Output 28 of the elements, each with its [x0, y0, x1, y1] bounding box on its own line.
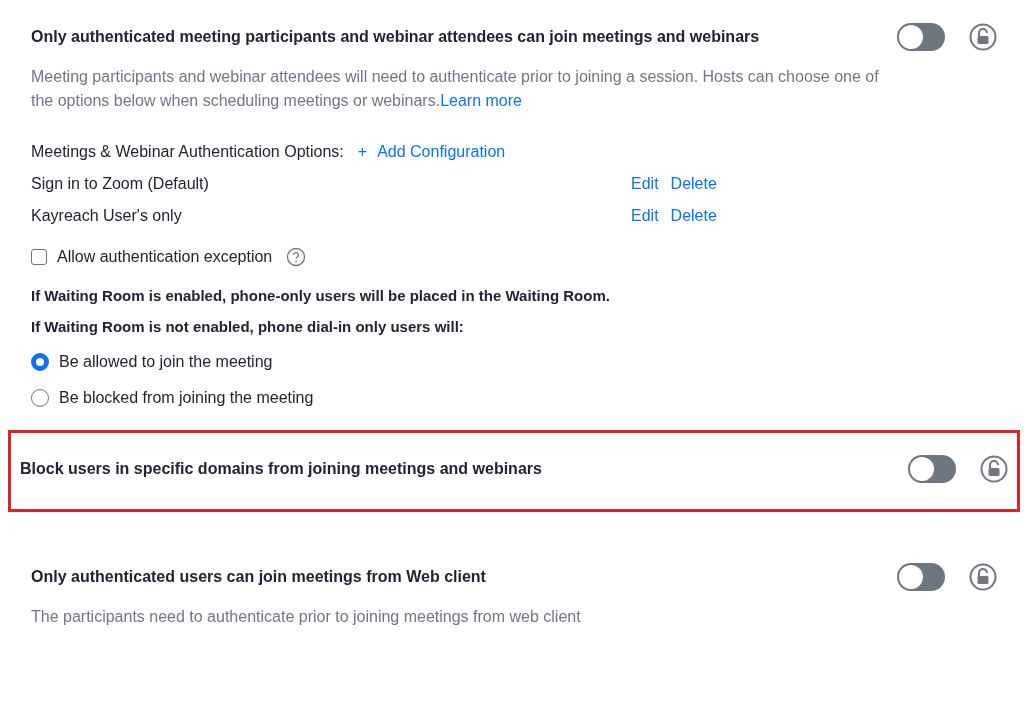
- radio-button[interactable]: [31, 353, 49, 371]
- radio-label: Be allowed to join the meeting: [59, 353, 273, 371]
- setting-description: Meeting participants and webinar attendees will need to authenticate prior to joining a session. Hosts can choose one of the options below when scheduling meetings or webinars.Learn more: [31, 67, 880, 111]
- note-text: If Waiting Room is enabled, phone-only users will be placed in the Waiting Room.: [31, 287, 611, 304]
- setting-description: The participants need to authenticate prior to joining meetings from web client: [31, 607, 582, 627]
- unlocked-padlock-icon[interactable]: [980, 455, 1008, 483]
- toggle-switch[interactable]: [908, 455, 956, 483]
- checkbox[interactable]: [31, 249, 47, 265]
- configuration-name: Sign in to Zoom (Default): [31, 175, 210, 193]
- note-text: If Waiting Room is not enabled, phone dial-in only users will:: [31, 318, 465, 335]
- unlocked-padlock-icon[interactable]: [969, 563, 997, 591]
- auth-options-label: Meetings & Webinar Authentication Options:: [31, 143, 344, 161]
- setting-title: Only authenticated meeting participants and webinar attendees can join meetings and webinars: [31, 28, 761, 46]
- radio-label: Be blocked from joining the meeting: [59, 389, 314, 407]
- action-link[interactable]: Delete: [670, 175, 717, 193]
- toggle-switch[interactable]: [897, 563, 945, 591]
- checkbox-label: Allow authentication exception: [57, 248, 273, 266]
- action-link[interactable]: Edit: [631, 175, 659, 193]
- toggle-switch[interactable]: [897, 23, 945, 51]
- action-link[interactable]: Delete: [670, 207, 717, 225]
- setting-title: Block users in specific domains from joining meetings and webinars: [20, 460, 543, 478]
- add-configuration-link[interactable]: + Add Configuration: [357, 143, 506, 161]
- configuration-name: Kayreach User's only: [31, 207, 183, 225]
- help-icon[interactable]: [286, 247, 307, 267]
- setting-title: Only authenticated users can join meetings from Web client: [31, 568, 487, 586]
- unlocked-padlock-icon[interactable]: [969, 23, 997, 51]
- action-link[interactable]: Edit: [631, 207, 659, 225]
- learn-more-link[interactable]: Learn more: [440, 92, 522, 109]
